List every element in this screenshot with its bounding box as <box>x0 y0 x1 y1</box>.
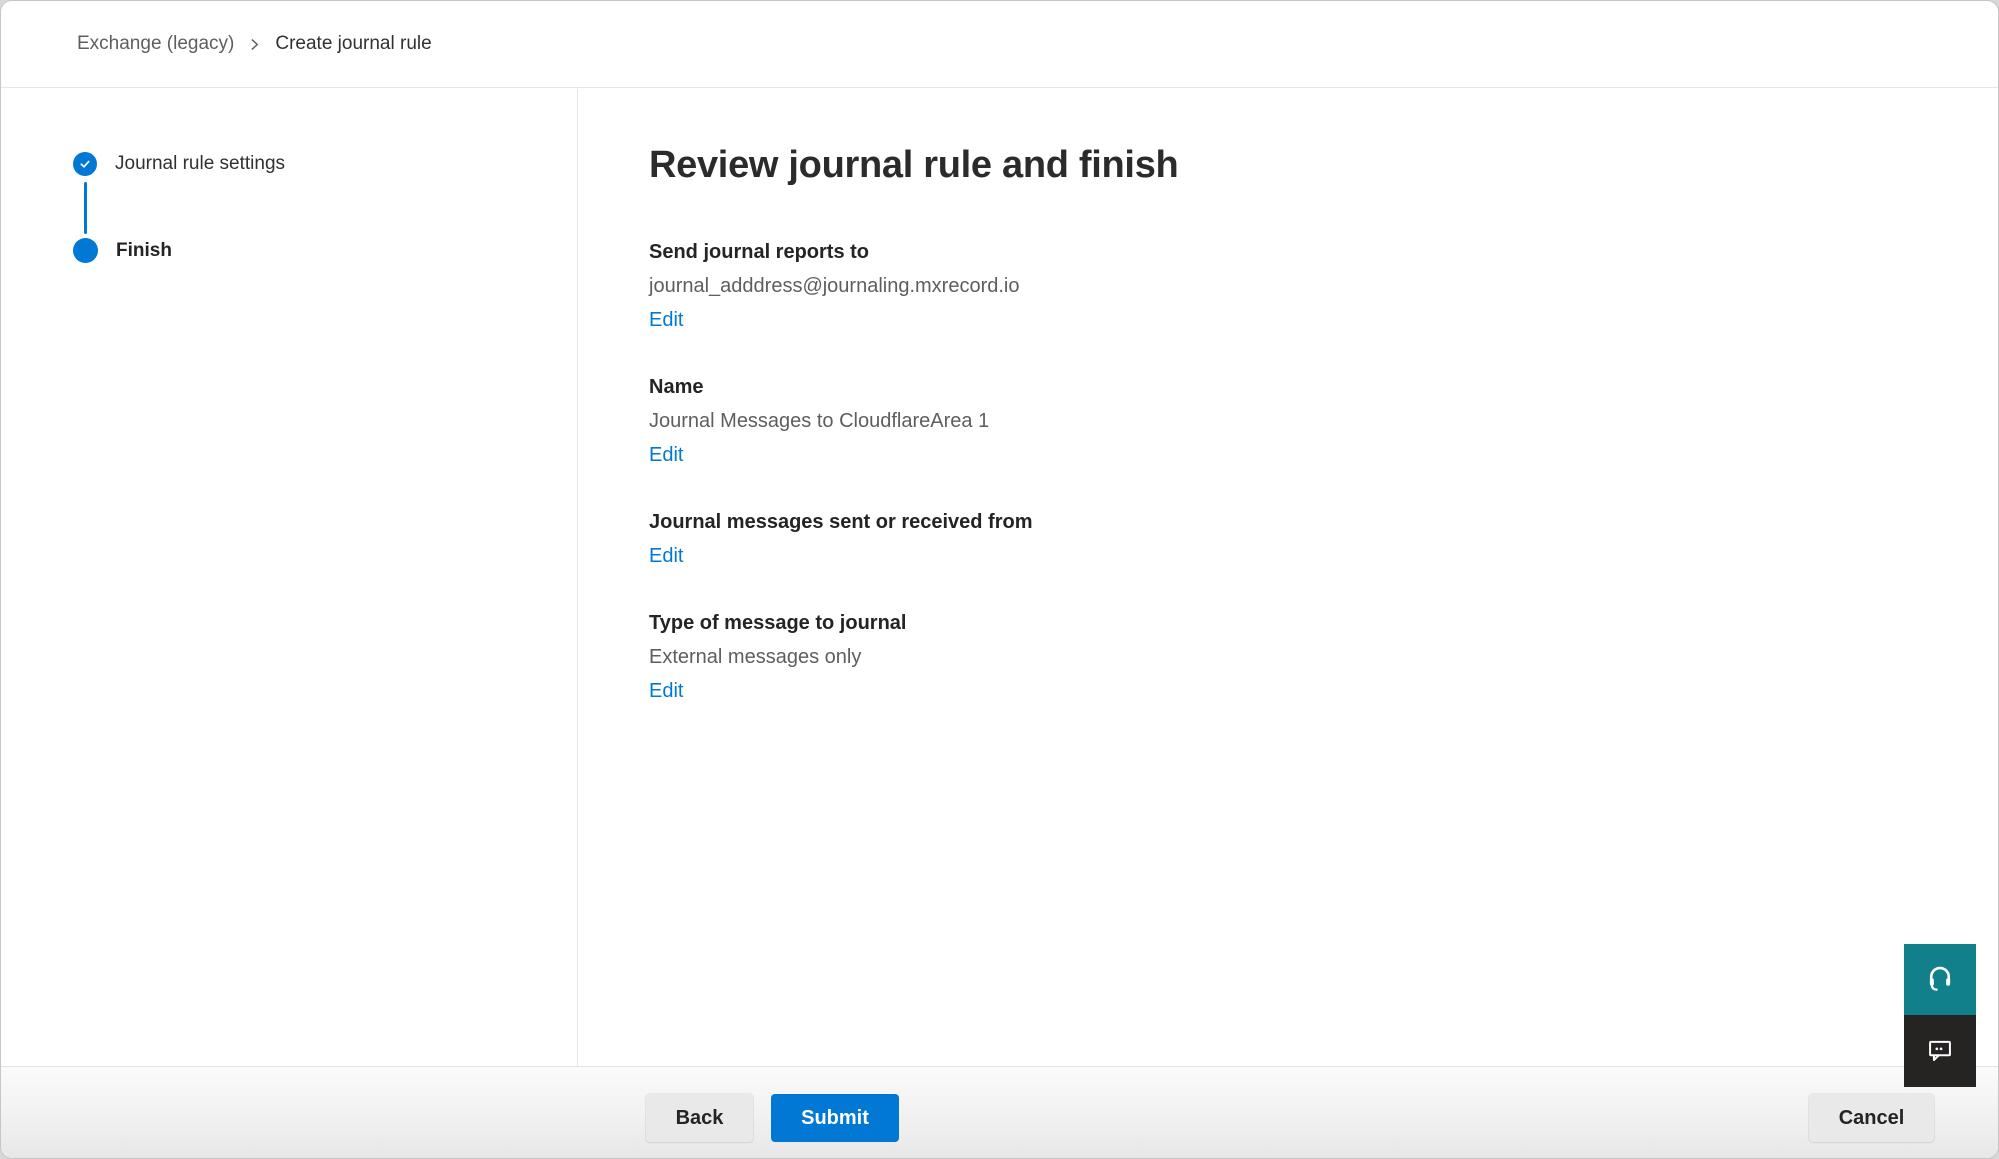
edit-send-journal-reports-link[interactable]: Edit <box>649 307 683 334</box>
chevron-right-icon <box>248 38 261 51</box>
page-title: Review journal rule and finish <box>649 144 1178 187</box>
cancel-button[interactable]: Cancel <box>1809 1094 1934 1142</box>
breadcrumb-bar: Exchange (legacy) Create journal rule <box>1 1 1998 88</box>
help-button[interactable] <box>1904 944 1976 1015</box>
section-value: journal_adddress@journaling.mxrecord.io <box>649 273 1549 300</box>
section-name: Name Journal Messages to CloudflareArea … <box>649 374 1549 469</box>
feedback-button[interactable] <box>1904 1015 1976 1087</box>
section-label: Type of message to journal <box>649 610 1549 637</box>
wizard-step-label: Finish <box>116 238 172 263</box>
breadcrumb-link-exchange-legacy[interactable]: Exchange (legacy) <box>77 33 234 55</box>
wizard-footer: Back Submit Cancel <box>1 1066 1998 1158</box>
step-current-circle-icon <box>73 238 98 263</box>
review-sections: Send journal reports to journal_adddress… <box>649 239 1549 745</box>
edit-journal-messages-link[interactable]: Edit <box>649 543 683 570</box>
submit-button[interactable]: Submit <box>771 1094 899 1142</box>
edit-name-link[interactable]: Edit <box>649 442 683 469</box>
wizard-step-finish[interactable]: Finish <box>73 238 172 263</box>
section-value: External messages only <box>649 644 1549 671</box>
back-button[interactable]: Back <box>646 1094 753 1142</box>
step-connector-line <box>84 182 87 234</box>
app-window: Exchange (legacy) Create journal rule Jo… <box>0 0 1999 1159</box>
step-completed-check-icon <box>73 152 97 176</box>
wizard-steps-panel: Journal rule settings Finish <box>1 89 578 1068</box>
wizard-step-label: Journal rule settings <box>115 151 285 176</box>
section-label: Name <box>649 374 1549 401</box>
breadcrumb: Exchange (legacy) Create journal rule <box>77 33 432 55</box>
section-label: Send journal reports to <box>649 239 1549 266</box>
section-value: Journal Messages to CloudflareArea 1 <box>649 408 1549 435</box>
floating-button-stack <box>1904 944 1976 1087</box>
section-type-of-message: Type of message to journal External mess… <box>649 610 1549 705</box>
breadcrumb-current-page: Create journal rule <box>275 33 431 55</box>
wizard-step-journal-rule-settings[interactable]: Journal rule settings <box>73 151 285 176</box>
headset-icon <box>1925 963 1955 996</box>
section-journal-messages-sent-or-received: Journal messages sent or received from E… <box>649 509 1549 570</box>
section-send-journal-reports-to: Send journal reports to journal_adddress… <box>649 239 1549 334</box>
edit-type-of-message-link[interactable]: Edit <box>649 678 683 705</box>
section-label: Journal messages sent or received from <box>649 509 1549 536</box>
feedback-bubble-icon <box>1926 1036 1954 1067</box>
